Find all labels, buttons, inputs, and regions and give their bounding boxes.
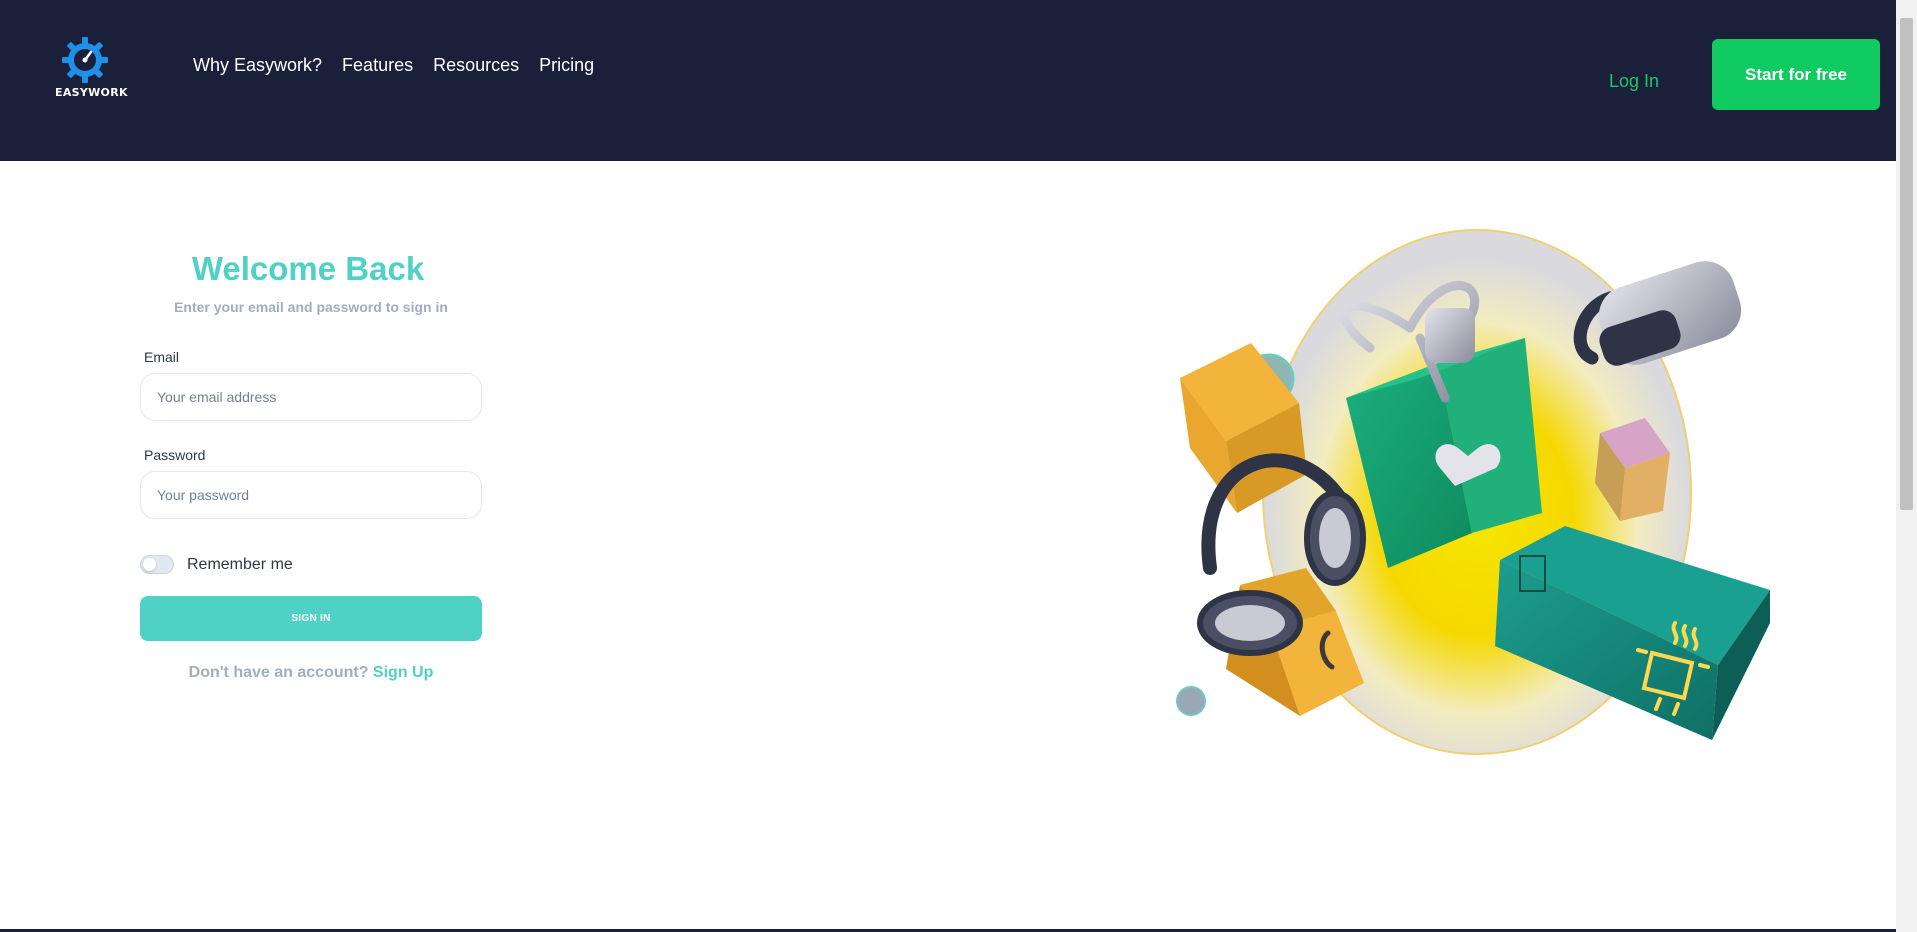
remember-me-row: Remember me (140, 555, 482, 574)
login-link[interactable]: Log In (1609, 71, 1659, 92)
scrollbar-thumb[interactable] (1900, 18, 1913, 510)
signup-prompt-row: Don't have an account? Sign Up (140, 664, 482, 682)
password-label: Password (144, 447, 206, 463)
nav-pricing[interactable]: Pricing (539, 55, 594, 76)
page: EASYWORK Why Easywork? Features Resource… (0, 0, 1917, 932)
sign-up-link[interactable]: Sign Up (373, 664, 433, 681)
sign-in-form: Welcome Back Enter your email and passwo… (140, 250, 482, 682)
main-nav: Why Easywork? Features Resources Pricing (193, 55, 594, 76)
gear-speedometer-icon (62, 37, 108, 83)
shopping-gifts-illustration (1170, 228, 1770, 778)
vr-headset (1573, 261, 1742, 366)
email-input[interactable] (140, 373, 482, 421)
page-title: Welcome Back (191, 250, 425, 287)
illustration-svg (1176, 229, 1770, 755)
nav-resources[interactable]: Resources (433, 55, 519, 76)
remember-me-label: Remember me (187, 555, 293, 573)
top-header: EASYWORK Why Easywork? Features Resource… (0, 0, 1896, 161)
page-subtitle: Enter your email and password to sign in (174, 299, 448, 315)
remember-me-toggle[interactable] (140, 555, 174, 574)
password-input[interactable] (140, 471, 482, 519)
page-scrollbar[interactable] (1896, 0, 1917, 932)
start-for-free-button[interactable]: Start for free (1712, 39, 1880, 110)
brand-name: EASYWORK (55, 86, 128, 99)
bubble-bottom (1176, 686, 1206, 716)
nav-features[interactable]: Features (342, 55, 413, 76)
brand-logo[interactable]: EASYWORK (55, 36, 128, 106)
sign-in-button[interactable]: SIGN IN (140, 596, 482, 641)
toggle-knob (143, 558, 156, 571)
nav-why-easywork[interactable]: Why Easywork? (193, 55, 322, 76)
signup-prompt: Don't have an account? (188, 664, 369, 681)
email-label: Email (144, 349, 180, 365)
